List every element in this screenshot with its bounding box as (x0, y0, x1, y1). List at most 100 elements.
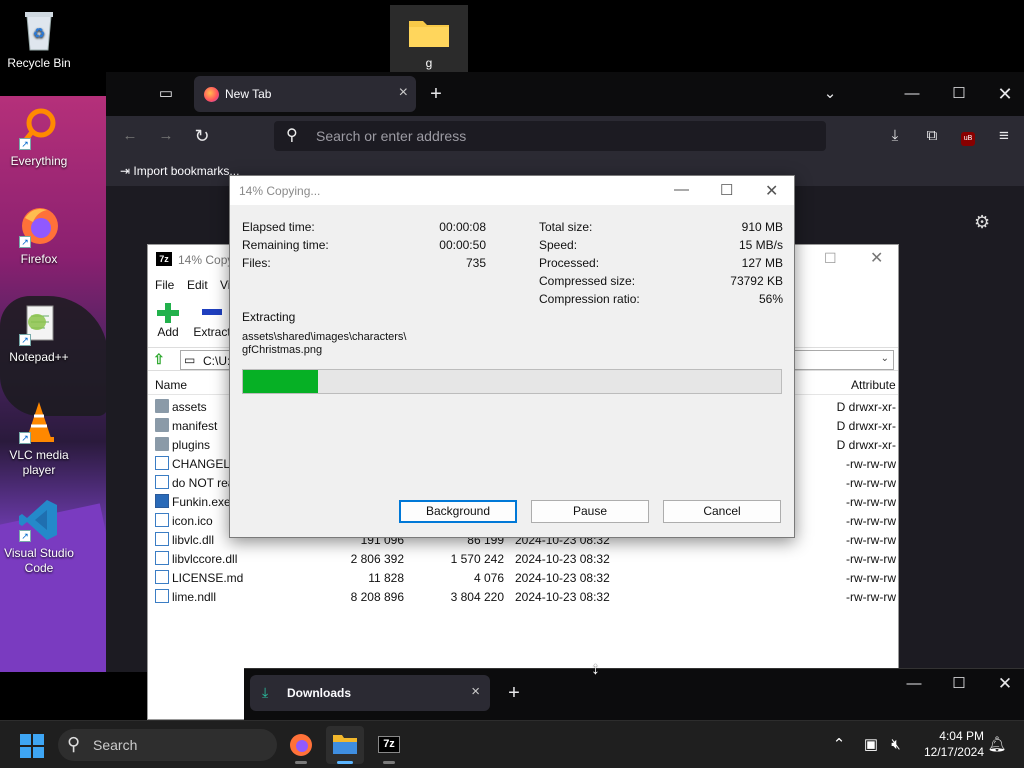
minimize-icon[interactable]: — (898, 80, 926, 108)
taskbar-search-box[interactable]: ⚲ Search (58, 729, 277, 761)
desktop-icon-recycle-bin[interactable]: ♻ Recycle Bin (0, 8, 81, 71)
file-icon (155, 456, 169, 470)
extract-button[interactable]: Extract (192, 303, 232, 339)
desktop-icon-firefox[interactable]: ↗ Firefox (0, 204, 81, 267)
stat-value: 15 MB/s (738, 238, 783, 252)
background-button[interactable]: Background (399, 500, 517, 523)
desktop-icon-vlc[interactable]: ↗ VLC media player (0, 400, 81, 478)
search-icon: ⚲ (286, 127, 298, 144)
extract-label: Extract (193, 325, 231, 339)
up-folder-icon[interactable]: ⇧ (153, 351, 167, 367)
shortcut-arrow-icon: ↗ (19, 432, 31, 444)
desktop-icon-vscode[interactable]: ↗ Visual Studio Code (0, 498, 81, 576)
close-window-icon[interactable]: ✕ (870, 248, 883, 268)
pause-button[interactable]: Pause (531, 500, 649, 523)
stat-value: 56% (758, 292, 783, 306)
file-modified: 2024-10-23 08:32 (515, 590, 610, 604)
desktop-icon-label: Recycle Bin (7, 56, 71, 70)
maximize-icon[interactable]: ☐ (945, 670, 973, 698)
firefox-view-icon[interactable]: ▭ (152, 80, 180, 108)
taskbar-7zip[interactable]: 7z (370, 726, 408, 764)
dialog-title: 14% Copying... (239, 184, 321, 198)
column-name[interactable]: Name (155, 378, 187, 392)
address-bar[interactable]: ⚲ Search or enter address (274, 121, 826, 151)
file-name: manifest (172, 419, 218, 433)
add-plus-icon (157, 303, 179, 323)
file-attributes: -rw-rw-rw (846, 533, 896, 547)
close-icon[interactable]: ✕ (765, 181, 778, 201)
maximize-icon[interactable]: ☐ (945, 80, 973, 108)
menu-edit[interactable]: Edit (187, 278, 208, 292)
taskbar-firefox[interactable] (282, 726, 320, 764)
table-row[interactable]: lime.ndll 8 208 896 3 804 220 2024-10-23 08… (148, 587, 898, 606)
forward-icon[interactable]: → (152, 122, 180, 150)
minimize-icon[interactable]: — (900, 670, 928, 698)
tab-downloads[interactable]: ⤓ Downloads × (250, 675, 490, 711)
file-attributes: -rw-rw-rw (846, 590, 896, 604)
file-modified: 2024-10-23 08:32 (515, 552, 610, 566)
list-all-tabs-chevron-icon[interactable]: ⌄ (816, 80, 844, 108)
back-icon[interactable]: ← (116, 122, 144, 150)
close-window-icon[interactable]: ✕ (991, 80, 1019, 108)
tab-new-tab[interactable]: New Tab × (194, 76, 416, 112)
tab-close-icon[interactable]: × (399, 84, 408, 102)
minimize-icon[interactable]: — (674, 181, 689, 198)
add-button[interactable]: Add (156, 303, 180, 339)
zip-manager-title: 14% Copy (178, 253, 234, 267)
desktop-wallpaper (0, 96, 108, 672)
cancel-button[interactable]: Cancel (663, 500, 781, 523)
menu-file[interactable]: File (155, 278, 174, 292)
reload-icon[interactable]: ↻ (188, 122, 216, 150)
taskbar: ⚲ Search 7z ⌃ ▣ 🔇︎ 4:04 PM 12/17/2024 🔔︎ (0, 720, 1024, 768)
clock-time: 4:04 PM (939, 729, 984, 743)
shortcut-arrow-icon: ↗ (19, 530, 31, 542)
taskbar-file-explorer[interactable] (326, 726, 364, 764)
taskbar-clock[interactable]: 4:04 PM 12/17/2024 (914, 728, 984, 760)
file-name: assets (172, 400, 207, 414)
extensions-puzzle-icon[interactable]: ⧉ (918, 122, 946, 150)
close-window-icon[interactable]: ✕ (991, 670, 1019, 698)
file-packed-size: 4 076 (473, 571, 504, 585)
seven-zip-logo-icon: 7z (156, 252, 172, 266)
volume-muted-icon[interactable]: 🔇︎ (882, 731, 910, 759)
search-icon: ⚲ (67, 734, 81, 754)
file-name: lime.ndll (172, 590, 217, 604)
desktop-folder-g[interactable]: g (390, 5, 468, 75)
copy-progress-dialog: 14% Copying... — ☐ ✕ Elapsed time: 00:00… (229, 175, 795, 538)
table-row[interactable]: LICENSE.md 11 828 4 076 2024-10-23 08:32 -rw… (148, 568, 898, 587)
notifications-bell-icon[interactable]: 🔔︎ (983, 731, 1011, 759)
desktop-icon-label: Everything (10, 154, 68, 168)
stat-label: Elapsed time: (242, 220, 315, 234)
ublock-origin-icon[interactable]: uB (954, 122, 982, 150)
file-size: 11 828 (368, 571, 404, 585)
running-indicator (337, 761, 353, 764)
maximize-icon[interactable]: ☐ (720, 181, 733, 199)
file-attributes: D drwxr-xr- (836, 419, 896, 433)
windows-start-icon[interactable] (20, 734, 44, 758)
network-icon[interactable]: ▣ (857, 731, 885, 759)
desktop-icon-everything[interactable]: ↗ Everything (0, 106, 81, 169)
shortcut-arrow-icon: ↗ (19, 138, 31, 150)
downloads-icon[interactable]: ⤓ (881, 122, 909, 150)
maximize-icon[interactable]: ☐ (824, 250, 837, 267)
new-tab-plus-icon[interactable]: + (422, 80, 450, 108)
column-attributes[interactable]: Attribute (851, 378, 896, 392)
show-hidden-icons-chevron-icon[interactable]: ⌃ (825, 731, 853, 759)
path-dropdown-chevron-icon[interactable]: ⌄ (881, 353, 889, 364)
import-bookmarks-link[interactable]: ⇥ Import bookmarks... (120, 164, 239, 178)
new-tab-plus-icon[interactable]: + (500, 679, 528, 707)
stat-label: Remaining time: (242, 238, 329, 252)
search-label: Search (93, 737, 138, 753)
new-tab-settings-gear-icon[interactable]: ⚙ (974, 212, 998, 236)
file-packed-size: 3 804 220 (450, 590, 504, 604)
running-indicator (383, 761, 395, 764)
folder-icon (155, 418, 169, 432)
add-label: Add (157, 325, 179, 339)
table-row[interactable]: libvlccore.dll 2 806 392 1 570 242 2024-10-… (148, 549, 898, 568)
progress-bar-fill (243, 370, 319, 393)
tab-close-icon[interactable]: × (471, 683, 480, 700)
hamburger-menu-icon[interactable]: ≡ (990, 122, 1018, 150)
desktop-icon-notepad-plus-plus[interactable]: ↗ Notepad++ (0, 302, 81, 365)
firefox-favicon-icon (204, 87, 219, 102)
file-attributes: -rw-rw-rw (846, 457, 896, 471)
